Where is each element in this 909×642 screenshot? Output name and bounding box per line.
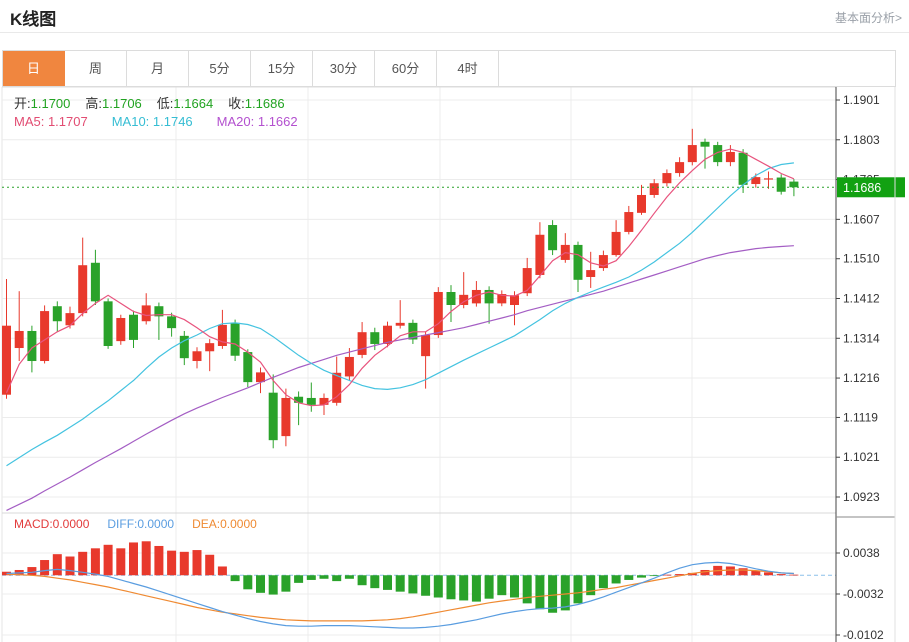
tab-60min[interactable]: 60分 (375, 51, 437, 86)
svg-text:1.1412: 1.1412 (843, 292, 880, 306)
tab-month[interactable]: 月 (127, 51, 189, 86)
svg-text:1.1119: 1.1119 (843, 410, 878, 424)
tab-4hour[interactable]: 4时 (437, 51, 499, 86)
tab-bar-filler (499, 51, 895, 86)
tab-5min[interactable]: 5分 (189, 51, 251, 86)
dea-value: DEA:0.0000 (192, 517, 257, 531)
fundamental-analysis-link[interactable]: 基本面分析> (835, 9, 902, 26)
page-title: K线图 (10, 10, 57, 29)
low-readout: 低:1.1664 (157, 93, 213, 112)
svg-text:1.1686: 1.1686 (843, 181, 881, 195)
svg-text:1.1510: 1.1510 (843, 252, 880, 266)
close-label: 收: (228, 96, 245, 111)
low-value: 1.1664 (173, 96, 214, 111)
close-readout: 收:1.1686 (228, 93, 284, 112)
low-label: 低: (156, 96, 174, 111)
title-divider (0, 32, 909, 33)
svg-text:1.1803: 1.1803 (843, 133, 880, 147)
svg-text:-0.0102: -0.0102 (843, 628, 884, 642)
open-value: 1.1700 (30, 96, 71, 111)
svg-text:-0.0032: -0.0032 (843, 587, 884, 601)
svg-text:1.1216: 1.1216 (843, 371, 880, 385)
svg-text:1.1314: 1.1314 (843, 331, 880, 345)
interval-tab-bar: 日 周 月 5分 15分 30分 60分 4时 (2, 50, 896, 87)
tab-15min[interactable]: 15分 (251, 51, 313, 86)
svg-text:0.0038: 0.0038 (843, 546, 880, 560)
ma20-value: MA20: 1.1662 (216, 114, 298, 129)
diff-value: DIFF:0.0000 (107, 517, 175, 531)
macd-readout: MACD:0.0000 DIFF:0.0000 DEA:0.0000 (14, 517, 257, 531)
tab-week[interactable]: 周 (65, 51, 127, 86)
open-readout: 开:1.1700 (14, 93, 70, 112)
high-readout: 高:1.1706 (85, 93, 141, 112)
svg-text:1.1607: 1.1607 (843, 212, 880, 226)
svg-text:1.1021: 1.1021 (843, 450, 880, 464)
high-value: 1.1706 (102, 96, 142, 111)
close-value: 1.1686 (244, 96, 285, 111)
tab-30min[interactable]: 30分 (313, 51, 375, 86)
ohlc-readout: 开:1.1700 高:1.1706 低:1.1664 收:1.1686 (14, 93, 285, 112)
kline-widget: 1.19011.18031.17051.16071.15101.14121.13… (0, 0, 909, 642)
svg-text:1.0923: 1.0923 (843, 490, 880, 504)
ma5-value: MA5: 1.1707 (14, 114, 88, 129)
macd-value: MACD:0.0000 (14, 517, 90, 531)
tab-day[interactable]: 日 (3, 51, 65, 86)
ma10-value: MA10: 1.1746 (111, 114, 193, 129)
ma-readout: MA5: 1.1707 MA10: 1.1746 MA20: 1.1662 (14, 114, 298, 129)
high-label: 高: (85, 96, 103, 111)
open-label: 开: (14, 96, 31, 111)
svg-text:1.1901: 1.1901 (843, 93, 880, 107)
